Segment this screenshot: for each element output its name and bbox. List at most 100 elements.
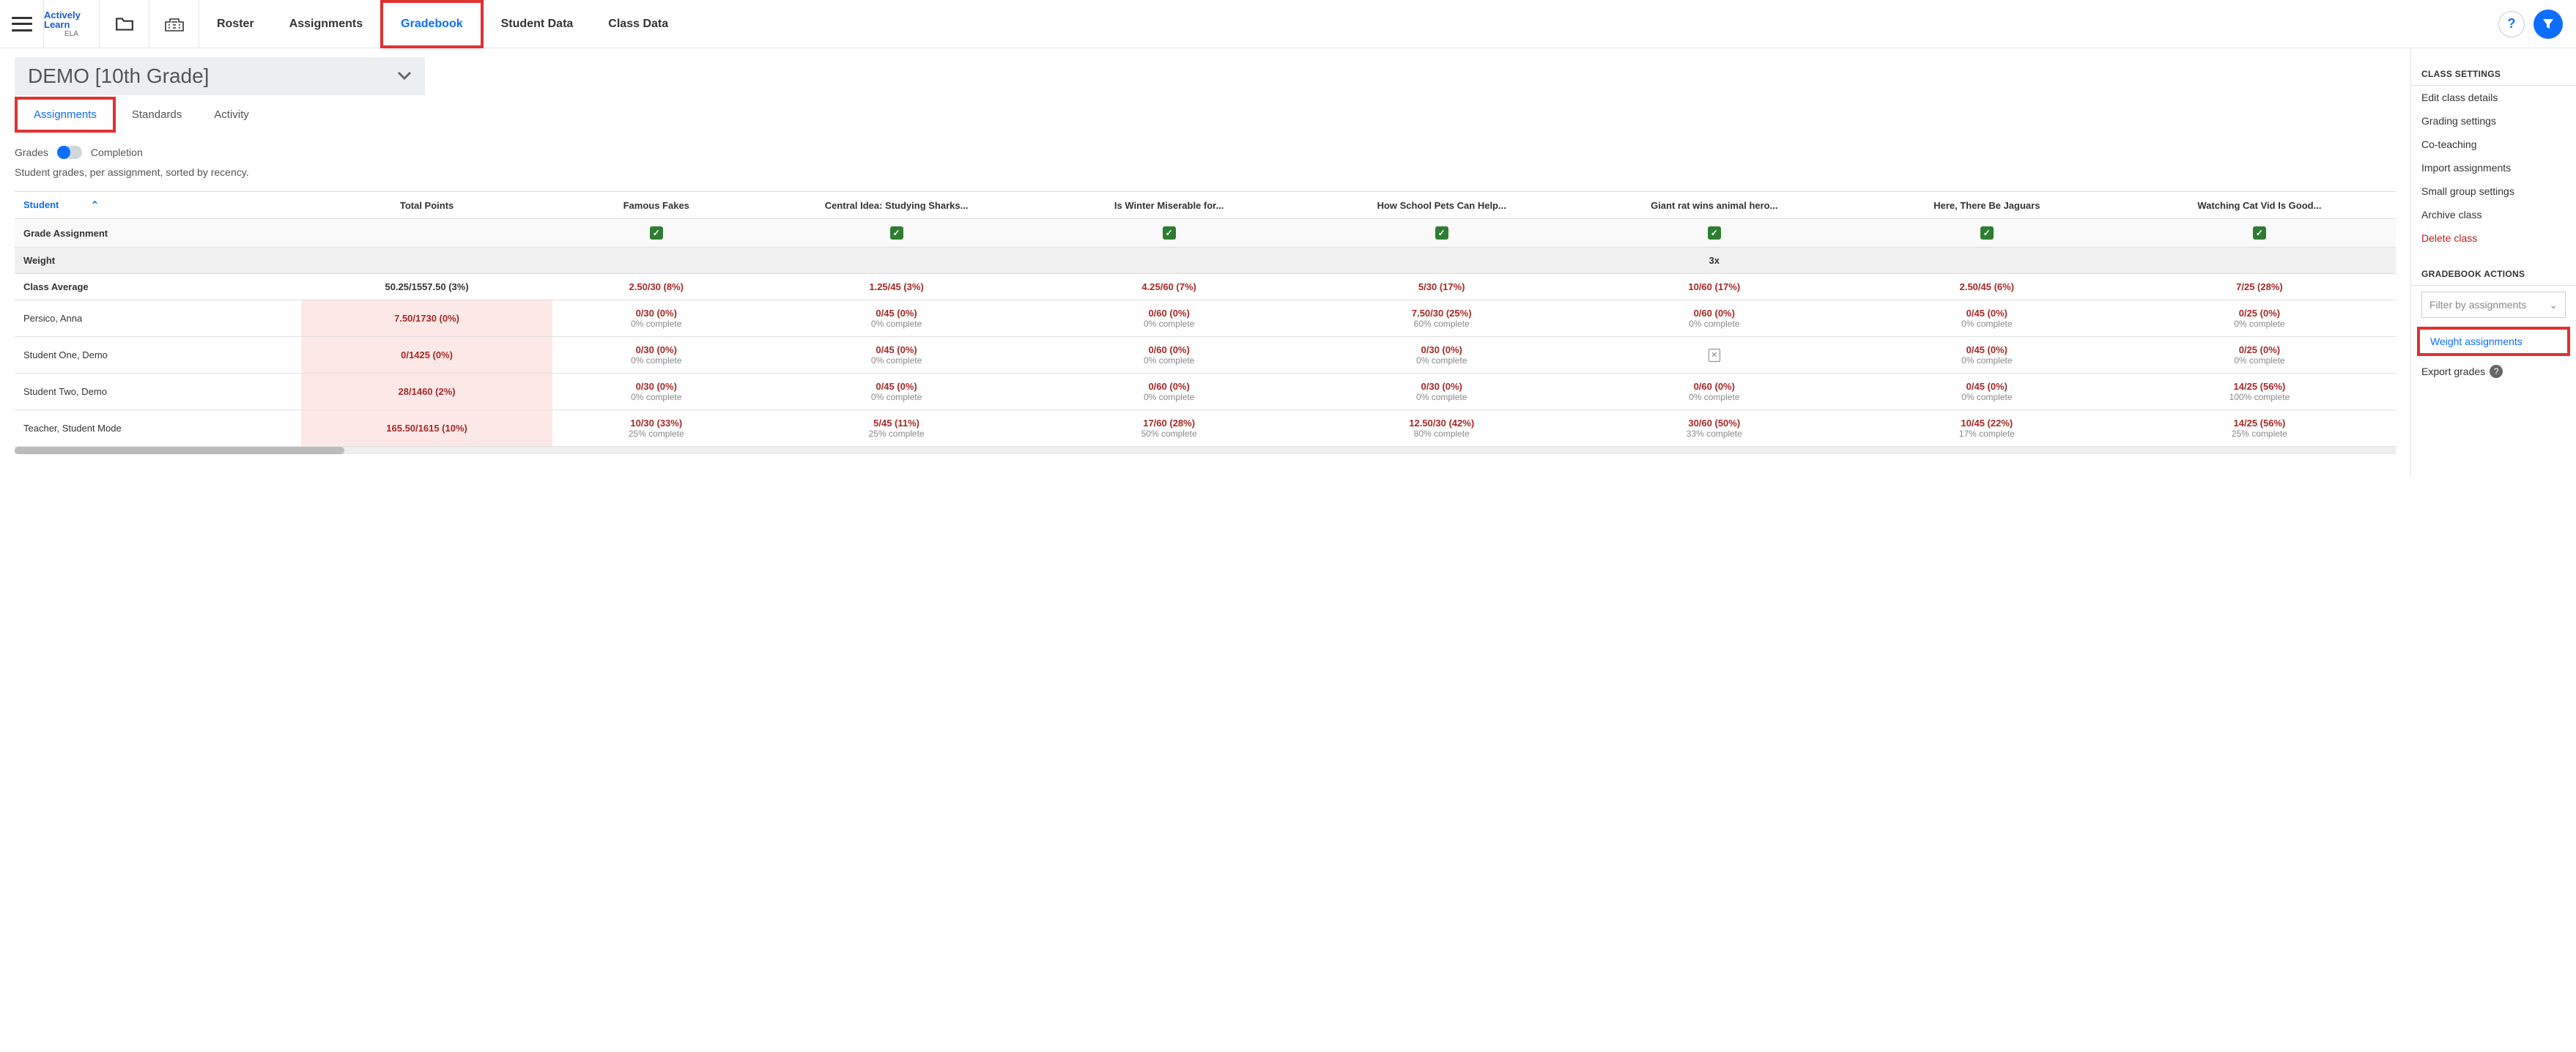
grade-cell[interactable]: 10/30 (33%)25% complete <box>552 410 760 447</box>
nav-class-data[interactable]: Class Data <box>591 0 686 48</box>
grade-cell[interactable]: 0/45 (0%)0% complete <box>760 374 1033 410</box>
scrollbar-thumb[interactable] <box>15 447 344 454</box>
grade-assignment-cell[interactable]: ✓ <box>1578 219 1851 248</box>
horizontal-scrollbar[interactable] <box>15 447 2396 454</box>
grade-value: 0/45 (0%) <box>1859 344 2114 355</box>
grade-cell[interactable]: 0/25 (0%)0% complete <box>2123 337 2396 374</box>
student-total: 165.50/1615 (10%) <box>301 410 552 447</box>
side-weight-assignments[interactable]: Weight assignments <box>2420 330 2567 353</box>
col-assignment-header[interactable]: Central Idea: Studying Sharks... <box>760 192 1033 219</box>
student-name[interactable]: Teacher, Student Mode <box>15 410 301 447</box>
col-student-header[interactable]: Student ⌃ <box>15 192 301 219</box>
subtab-assignments[interactable]: Assignments <box>15 97 116 133</box>
col-assignment-header[interactable]: How School Pets Can Help... <box>1306 192 1578 219</box>
subtab-standards[interactable]: Standards <box>116 100 198 130</box>
col-assignment-header[interactable]: Giant rat wins animal hero... <box>1578 192 1851 219</box>
side-co-teaching[interactable]: Co-teaching <box>2411 133 2576 156</box>
grade-cell[interactable]: 0/45 (0%)0% complete <box>1851 337 2123 374</box>
grade-cell[interactable]: 5/45 (11%)25% complete <box>760 410 1033 447</box>
row-weight: Weight3x <box>15 248 2396 274</box>
subtab-activity[interactable]: Activity <box>198 100 265 130</box>
grade-cell[interactable]: 0/60 (0%)0% complete <box>1033 300 1306 337</box>
grade-cell[interactable]: 0/30 (0%)0% complete <box>552 300 760 337</box>
grade-cell[interactable]: 0/60 (0%)0% complete <box>1578 374 1851 410</box>
class-selector[interactable]: DEMO [10th Grade] <box>15 57 425 95</box>
grade-completion: 0% complete <box>561 319 752 329</box>
grade-assignment-cell[interactable]: ✓ <box>1306 219 1578 248</box>
grade-cell[interactable]: 10/45 (22%)17% complete <box>1851 410 2123 447</box>
checkmark-icon: ✓ <box>1980 226 1994 240</box>
grade-cell[interactable]: 14/25 (56%)100% complete <box>2123 374 2396 410</box>
side-delete-class[interactable]: Delete class <box>2411 226 2576 250</box>
nav-assignments[interactable]: Assignments <box>272 0 380 48</box>
grade-assignment-cell[interactable]: ✓ <box>552 219 760 248</box>
folder-button[interactable] <box>100 0 149 48</box>
grade-cell[interactable]: 0/25 (0%)0% complete <box>2123 300 2396 337</box>
student-name[interactable]: Student Two, Demo <box>15 374 301 410</box>
nav-student-data[interactable]: Student Data <box>484 0 591 48</box>
filter-button[interactable] <box>2534 10 2563 39</box>
grade-value: 0/45 (0%) <box>1859 381 2114 392</box>
grade-cell[interactable]: 0/45 (0%)0% complete <box>1851 300 2123 337</box>
grade-cell[interactable]: 7.50/30 (25%)60% complete <box>1306 300 1578 337</box>
grade-cell[interactable]: 30/60 (50%)33% complete <box>1578 410 1851 447</box>
side-grading-settings[interactable]: Grading settings <box>2411 109 2576 133</box>
side-export-grades[interactable]: Export grades ? <box>2411 359 2576 384</box>
help-icon[interactable]: ? <box>2490 365 2503 378</box>
grade-cell[interactable]: 0/60 (0%)0% complete <box>1033 374 1306 410</box>
brand-logo[interactable]: Actively Learn ELA <box>44 0 100 48</box>
grade-completion: 100% complete <box>2132 392 2387 402</box>
student-row: Persico, Anna7.50/1730 (0%)0/30 (0%)0% c… <box>15 300 2396 337</box>
nav-gradebook[interactable]: Gradebook <box>380 0 483 48</box>
col-assignment-header[interactable]: Is Winter Miserable for... <box>1033 192 1306 219</box>
grade-cell[interactable]: 0/30 (0%)0% complete <box>552 374 760 410</box>
gradebook-table: Student ⌃ Total Points Famous Fakes Cent… <box>15 192 2396 447</box>
grade-cell[interactable]: 12.50/30 (42%)80% complete <box>1306 410 1578 447</box>
grade-value: 0/60 (0%) <box>1587 381 1842 392</box>
student-total: 7.50/1730 (0%) <box>301 300 552 337</box>
col-assignment-header[interactable]: Here, There Be Jaguars <box>1851 192 2123 219</box>
side-edit-class-details[interactable]: Edit class details <box>2411 86 2576 109</box>
grade-value: 30/60 (50%) <box>1587 418 1842 429</box>
grade-cell[interactable]: 0/60 (0%)0% complete <box>1578 300 1851 337</box>
grade-assignment-cell[interactable]: ✓ <box>1033 219 1306 248</box>
grade-completion: 25% complete <box>561 429 752 439</box>
hamburger-icon <box>12 17 32 32</box>
filter-assignments-select[interactable]: Filter by assignments ⌄ <box>2421 292 2566 318</box>
col-assignment-header[interactable]: Watching Cat Vid Is Good... <box>2123 192 2396 219</box>
side-archive-class[interactable]: Archive class <box>2411 203 2576 226</box>
grade-value: 10/30 (33%) <box>561 418 752 429</box>
grade-cell[interactable]: 0/30 (0%)0% complete <box>552 337 760 374</box>
grade-assignment-cell[interactable]: ✓ <box>1851 219 2123 248</box>
school-button[interactable] <box>149 0 199 48</box>
grade-completion: 80% complete <box>1314 429 1569 439</box>
filter-placeholder: Filter by assignments <box>2429 299 2526 311</box>
grade-cell[interactable]: 0/30 (0%)0% complete <box>1306 374 1578 410</box>
grade-assignment-cell[interactable]: ✓ <box>760 219 1033 248</box>
nav-roster[interactable]: Roster <box>199 0 272 48</box>
grade-value: 0/60 (0%) <box>1042 308 1297 319</box>
student-name[interactable]: Persico, Anna <box>15 300 301 337</box>
grade-assignment-cell[interactable]: ✓ <box>2123 219 2396 248</box>
grade-value: 0/30 (0%) <box>1314 381 1569 392</box>
grade-value: 0/30 (0%) <box>561 308 752 319</box>
grade-cell[interactable]: 0/45 (0%)0% complete <box>760 337 1033 374</box>
grade-cell[interactable]: ✕ <box>1578 337 1851 374</box>
class-average-cell: 5/30 (17%) <box>1306 274 1578 300</box>
grade-cell[interactable]: 0/45 (0%)0% complete <box>760 300 1033 337</box>
grade-cell[interactable]: 0/60 (0%)0% complete <box>1033 337 1306 374</box>
hamburger-menu-button[interactable] <box>0 0 44 48</box>
col-assignment-header[interactable]: Famous Fakes <box>552 192 760 219</box>
student-name[interactable]: Student One, Demo <box>15 337 301 374</box>
side-import-assignments[interactable]: Import assignments <box>2411 156 2576 179</box>
grade-cell[interactable]: 0/30 (0%)0% complete <box>1306 337 1578 374</box>
grade-completion: 0% complete <box>769 392 1024 402</box>
grade-cell[interactable]: 14/25 (56%)25% complete <box>2123 410 2396 447</box>
grade-cell[interactable]: 0/45 (0%)0% complete <box>1851 374 2123 410</box>
help-button[interactable]: ? <box>2498 11 2525 37</box>
class-average-cell: 4.25/60 (7%) <box>1033 274 1306 300</box>
grade-value: 0/60 (0%) <box>1042 344 1297 355</box>
grade-cell[interactable]: 17/60 (28%)50% complete <box>1033 410 1306 447</box>
side-small-group-settings[interactable]: Small group settings <box>2411 179 2576 203</box>
grades-completion-toggle[interactable] <box>57 146 82 159</box>
